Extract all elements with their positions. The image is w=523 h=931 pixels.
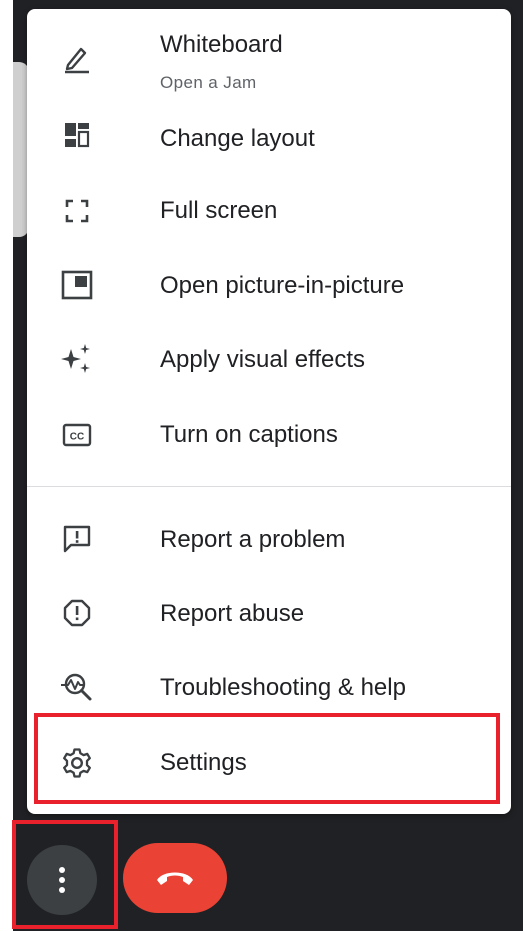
menu-item-label: Troubleshooting & help (160, 674, 406, 701)
layout-icon (57, 115, 97, 155)
menu-item-report-problem[interactable]: Report a problem (27, 507, 511, 571)
feedback-icon (57, 519, 97, 559)
menu-item-change-layout[interactable]: Change layout (27, 103, 511, 167)
menu-item-full-screen[interactable]: Full screen (27, 179, 511, 243)
pencil-icon (57, 39, 97, 79)
call-end-icon (155, 869, 195, 887)
svg-text:CC: CC (70, 432, 84, 443)
menu-item-label: Open picture-in-picture (160, 272, 405, 299)
fullscreen-icon (57, 191, 97, 231)
report-icon (57, 593, 97, 633)
menu-item-label: Whiteboard (160, 31, 283, 58)
menu-item-whiteboard[interactable]: Whiteboard Open a Jam (27, 27, 511, 99)
menu-item-label: Apply visual effects (160, 346, 365, 373)
menu-item-report-abuse[interactable]: Report abuse (27, 581, 511, 645)
menu-divider (27, 486, 511, 487)
menu-item-troubleshooting[interactable]: Troubleshooting & help (27, 655, 511, 719)
menu-item-label: Turn on captions (160, 421, 338, 448)
menu-item-label: Report a problem (160, 526, 346, 553)
end-call-button[interactable] (123, 843, 227, 913)
menu-item-picture-in-picture[interactable]: Open picture-in-picture (27, 253, 511, 317)
settings-highlight-box (34, 713, 500, 804)
menu-item-sublabel: Open a Jam (160, 73, 257, 92)
menu-item-captions[interactable]: CC Turn on captions (27, 403, 511, 467)
sparkle-icon (57, 339, 97, 379)
menu-item-label: Report abuse (160, 600, 305, 627)
captions-icon: CC (57, 415, 97, 455)
picture-in-picture-icon (57, 265, 97, 305)
menu-item-label: Change layout (160, 125, 315, 152)
menu-item-label: Full screen (160, 197, 278, 224)
more-vert-icon (57, 865, 67, 895)
troubleshoot-icon (57, 667, 97, 707)
more-options-button[interactable] (27, 845, 97, 915)
more-options-menu: Whiteboard Open a Jam Change layout Full… (27, 9, 511, 814)
menu-item-visual-effects[interactable]: Apply visual effects (27, 327, 511, 391)
